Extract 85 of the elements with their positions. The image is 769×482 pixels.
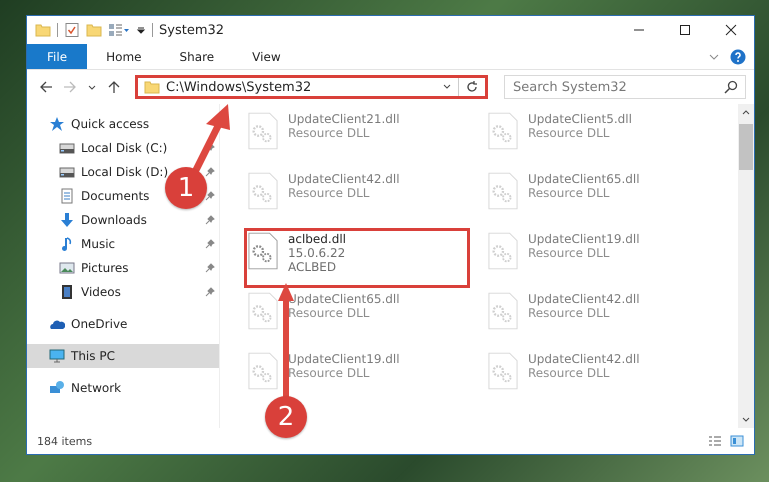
properties-dropdown-icon[interactable]: [108, 22, 130, 38]
item-count: 184 items: [37, 434, 92, 448]
ribbon-tab[interactable]: File: [27, 44, 88, 69]
file-version: 15.0.6.22: [288, 246, 346, 260]
file-description: Resource DLL: [288, 186, 370, 200]
search-icon[interactable]: [724, 80, 738, 94]
picture-icon: [59, 260, 75, 276]
ribbon-tab[interactable]: View: [233, 44, 300, 69]
file-name: UpdateClient65.dll: [288, 292, 400, 306]
sidebar-item[interactable]: Network: [27, 376, 122, 400]
maximize-icon: [679, 24, 691, 36]
dll-file-icon: [488, 112, 518, 150]
file-description: Resource DLL: [288, 126, 370, 140]
ribbon-tab[interactable]: Home: [87, 44, 161, 69]
file-tile[interactable]: UpdateClient65.dll Resource DLL: [484, 168, 644, 228]
file-description: Resource DLL: [288, 306, 370, 320]
folder-icon: [144, 79, 160, 95]
checkmark-document-icon[interactable]: [64, 22, 80, 38]
sidebar-label: Network: [71, 381, 122, 395]
scroll-thumb[interactable]: [739, 124, 753, 170]
help-icon[interactable]: [730, 48, 746, 64]
sidebar-item[interactable]: Documents: [81, 189, 150, 203]
file-tile[interactable]: UpdateClient19.dll Resource DLL: [484, 228, 644, 288]
file-tile[interactable]: UpdateClient65.dll Resource DLL: [244, 288, 404, 348]
window-title: System32: [159, 22, 224, 38]
file-name: UpdateClient19.dll: [528, 232, 640, 246]
file-name: UpdateClient21.dll: [288, 112, 400, 126]
address-bar[interactable]: C:\Windows\System32: [135, 75, 488, 99]
file-name: UpdateClient42.dll: [288, 172, 400, 186]
sidebar-item[interactable]: Pictures: [81, 261, 129, 275]
back-arrow-icon[interactable]: [39, 80, 53, 94]
dll-file-icon: [248, 352, 278, 390]
file-name: UpdateClient5.dll: [528, 112, 632, 126]
ribbon-tab[interactable]: Share: [160, 44, 234, 69]
address-path: C:\Windows\System32: [166, 80, 312, 94]
file-description: ACLBED: [288, 260, 338, 274]
details-view-icon[interactable]: [708, 434, 722, 448]
document-icon: [59, 188, 75, 204]
dll-file-icon: [248, 232, 278, 270]
file-tile[interactable]: UpdateClient5.dll Resource DLL: [484, 108, 636, 168]
sidebar-label: OneDrive: [71, 317, 128, 331]
dll-file-icon: [488, 232, 518, 270]
up-arrow-icon[interactable]: [107, 80, 121, 94]
refresh-icon[interactable]: [465, 80, 479, 94]
sidebar-label: This PC: [71, 349, 115, 363]
dll-file-icon: [488, 172, 518, 210]
file-tile[interactable]: UpdateClient42.dll Resource DLL: [484, 288, 644, 348]
network-icon: [49, 380, 65, 396]
dll-file-icon: [488, 352, 518, 390]
star-icon: [49, 116, 65, 132]
sidebar-label: Quick access: [71, 117, 150, 131]
file-description: Resource DLL: [528, 126, 610, 140]
file-name: aclbed.dll: [288, 232, 346, 246]
file-description: Resource DLL: [288, 366, 370, 380]
dll-file-icon: [488, 292, 518, 330]
sidebar-item[interactable]: Videos: [81, 285, 121, 299]
search-field[interactable]: Search System32: [504, 75, 746, 99]
download-icon: [59, 212, 75, 228]
pc-icon: [49, 348, 65, 364]
caret-icon[interactable]: [136, 25, 146, 35]
sidebar-item[interactable]: Music: [81, 237, 116, 251]
dll-file-icon: [248, 292, 278, 330]
file-tile[interactable]: UpdateClient21.dll Resource DLL: [244, 108, 404, 168]
file-description: Resource DLL: [528, 186, 610, 200]
tiles-view-icon[interactable]: [730, 434, 744, 448]
file-name: UpdateClient65.dll: [528, 172, 640, 186]
file-tile[interactable]: aclbed.dll 15.0.6.22 ACLBED: [244, 228, 470, 288]
file-name: UpdateClient19.dll: [288, 352, 400, 366]
video-icon: [59, 284, 75, 300]
sidebar-item[interactable]: Downloads: [81, 213, 147, 227]
file-name: UpdateClient42.dll: [528, 352, 640, 366]
sidebar-item[interactable]: Local Disk (C:): [81, 141, 168, 155]
sidebar-item[interactable]: Quick access: [27, 112, 150, 136]
file-description: Resource DLL: [528, 246, 610, 260]
file-description: Resource DLL: [528, 366, 610, 380]
scrollbar[interactable]: [738, 104, 754, 428]
dll-file-icon: [248, 112, 278, 150]
dll-file-icon: [248, 172, 278, 210]
file-tile[interactable]: UpdateClient42.dll Resource DLL: [244, 168, 404, 228]
file-description: Resource DLL: [528, 306, 610, 320]
close-icon: [725, 24, 737, 36]
file-tile[interactable]: UpdateClient42.dll Resource DLL: [484, 348, 644, 408]
file-name: UpdateClient42.dll: [528, 292, 640, 306]
sidebar-item[interactable]: This PC: [27, 344, 219, 368]
sidebar-item[interactable]: OneDrive: [27, 312, 128, 336]
